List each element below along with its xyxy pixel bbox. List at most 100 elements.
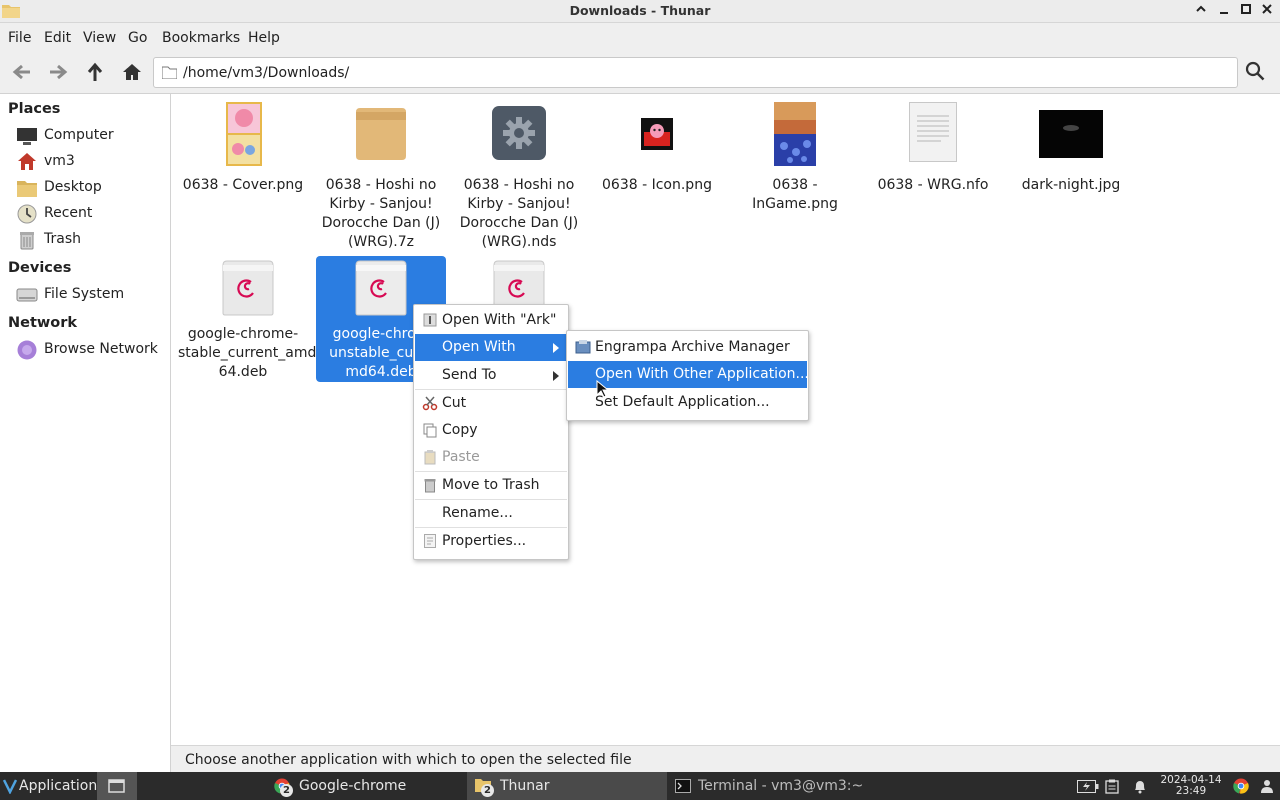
arrow-up-icon	[87, 62, 103, 81]
home-icon	[18, 153, 36, 170]
menu-item-open-with-ark[interactable]: Open With "Ark"	[415, 307, 567, 334]
task-count-badge: 2	[280, 784, 293, 797]
ark-icon	[423, 313, 437, 327]
debian-package-icon	[222, 260, 274, 316]
menu-item-rename[interactable]: Rename...	[415, 500, 567, 527]
file-name-line: Dorocche Dan (J)	[459, 215, 579, 231]
home-button[interactable]	[120, 61, 144, 83]
network-icon	[17, 340, 37, 360]
submenu-arrow-icon	[553, 371, 559, 381]
properties-icon	[424, 534, 436, 548]
battery-icon[interactable]	[1077, 780, 1099, 793]
menu-item-engrampa[interactable]: Engrampa Archive Manager	[568, 334, 807, 361]
monitor-icon	[17, 128, 37, 145]
submenu-arrow-icon	[553, 343, 559, 353]
menu-item-properties[interactable]: Properties...	[415, 528, 567, 555]
sidebar-item-browse-network[interactable]: Browse Network	[16, 339, 168, 361]
file-item[interactable]: 0638 - WRG.nfo	[868, 100, 998, 250]
paste-icon	[424, 450, 436, 465]
file-item[interactable]: 0638 - InGame.png	[730, 100, 860, 250]
minimize-button[interactable]	[1216, 3, 1232, 19]
location-path[interactable]: /home/vm3/Downloads/	[183, 65, 349, 81]
file-name: 0638 - Icon.png	[602, 177, 712, 193]
forward-button[interactable]	[46, 61, 70, 83]
file-item[interactable]: 0638 - Hoshi no Kirby - Sanjou! Dorocche…	[316, 100, 446, 250]
trash-icon	[424, 479, 436, 493]
menu-item-copy[interactable]: Copy	[415, 417, 567, 444]
archive-box-icon	[356, 108, 406, 160]
sidebar-item-file-system[interactable]: File System	[16, 284, 168, 306]
task-terminal[interactable]: Terminal - vm3@vm3:~	[668, 772, 868, 800]
sidebar-item-label: File System	[44, 286, 125, 302]
file-name: 0638 - InGame.png	[752, 177, 838, 212]
context-menu: Open With "Ark" Open With Send To Cut Co…	[413, 304, 569, 560]
parent-folder-button[interactable]	[83, 61, 107, 83]
menu-item-open-with[interactable]: Open With	[415, 334, 567, 361]
menu-help[interactable]: Help	[248, 30, 280, 46]
file-item[interactable]: 0638 - Cover.png	[178, 100, 308, 250]
file-name-line: Dorocche Dan (J)	[321, 215, 441, 231]
menu-bookmarks[interactable]: Bookmarks	[162, 30, 240, 46]
clock-icon	[17, 204, 37, 224]
file-item[interactable]: dark-night.jpg	[1006, 100, 1136, 250]
file-name-line: Kirby - Sanjou!	[467, 196, 571, 212]
menu-item-cut[interactable]: Cut	[415, 390, 567, 417]
maximize-button[interactable]	[1238, 3, 1254, 19]
restore-button[interactable]	[1193, 3, 1209, 19]
sidebar-item-trash[interactable]: Trash	[16, 229, 168, 251]
menu-go[interactable]: Go	[128, 30, 147, 46]
file-item[interactable]: 0638 - Hoshi no Kirby - Sanjou! Dorocche…	[454, 100, 584, 250]
notification-bell-icon[interactable]	[1133, 779, 1147, 794]
arrow-left-icon	[12, 64, 30, 80]
menu-edit[interactable]: Edit	[44, 30, 71, 46]
menu-item-paste[interactable]: Paste	[415, 444, 567, 471]
menu-bar: File Edit View Go Bookmarks Help	[0, 23, 1280, 51]
scissors-icon	[422, 396, 438, 411]
back-button[interactable]	[10, 61, 34, 83]
cover-image-thumbnail	[226, 102, 262, 166]
file-name-line: stable_current_amd	[178, 345, 317, 361]
file-name-line: (WRG).nds	[481, 234, 557, 250]
devices-heading: Devices	[8, 260, 72, 276]
user-icon[interactable]	[1259, 778, 1275, 794]
location-bar[interactable]: /home/vm3/Downloads/	[153, 57, 1238, 88]
applications-menu-button[interactable]: Applications	[0, 772, 105, 800]
search-button[interactable]	[1245, 61, 1269, 83]
sidebar-item-desktop[interactable]: Desktop	[16, 177, 168, 199]
folder-icon	[108, 779, 125, 793]
sidebar-item-label: vm3	[44, 153, 75, 169]
clock[interactable]: 2024-04-14 23:49	[1160, 775, 1222, 797]
status-text: Choose another application with which to…	[185, 752, 632, 768]
file-name-line: 0638 - Hoshi no	[325, 177, 437, 193]
sidebar-item-computer[interactable]: Computer	[16, 125, 168, 147]
file-name-line: 0638 - Hoshi no	[463, 177, 575, 193]
task-google-chrome[interactable]: 2 Google-chrome	[266, 772, 466, 800]
dark-image-thumbnail	[1039, 110, 1103, 158]
taskbar: Applications 2 Google-chrome 2 Thunar Te…	[0, 772, 1280, 800]
file-name: 0638 - Cover.png	[182, 177, 304, 193]
file-name-line: 64.deb	[218, 364, 268, 380]
menu-item-move-to-trash[interactable]: Move to Trash	[415, 472, 567, 499]
debian-package-icon	[355, 260, 407, 316]
show-desktop-button[interactable]	[97, 772, 137, 800]
home-icon	[123, 64, 141, 80]
sidebar-item-vm3[interactable]: vm3	[16, 151, 168, 173]
window-titlebar[interactable]: Downloads - Thunar	[0, 0, 1280, 23]
sidebar: Places Computer vm3 Desktop Recent Trash…	[0, 94, 171, 772]
menu-view[interactable]: View	[83, 30, 116, 46]
mouse-pointer-icon	[596, 380, 608, 398]
sidebar-item-recent[interactable]: Recent	[16, 203, 168, 225]
chrome-icon[interactable]	[1233, 778, 1249, 794]
menu-file[interactable]: File	[8, 30, 31, 46]
file-name-line: Kirby - Sanjou!	[329, 196, 433, 212]
gear-file-icon	[492, 106, 546, 160]
file-item[interactable]: 0638 - Icon.png	[592, 100, 722, 250]
text-document-icon	[909, 102, 957, 162]
menu-item-send-to[interactable]: Send To	[415, 362, 567, 389]
file-item[interactable]: google-chrome- stable_current_amd 64.deb	[178, 256, 317, 381]
clipboard-icon[interactable]	[1105, 779, 1119, 794]
file-name: dark-night.jpg	[1021, 177, 1121, 193]
file-name-line: google-chrome-	[187, 326, 299, 342]
task-thunar[interactable]: 2 Thunar	[467, 772, 667, 800]
close-button[interactable]	[1259, 3, 1275, 19]
